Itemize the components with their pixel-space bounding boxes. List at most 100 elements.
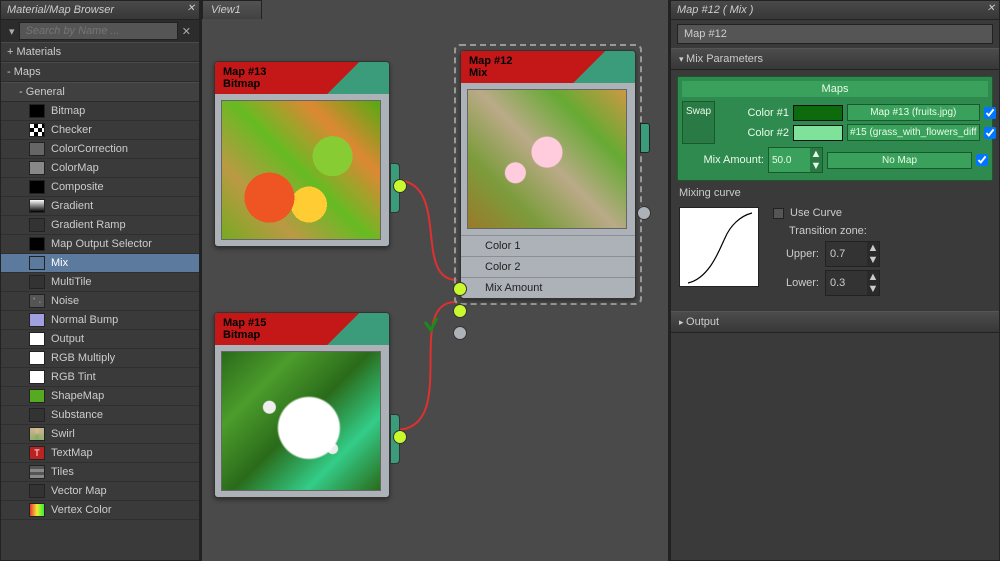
map-type-label: Normal Bump — [51, 314, 118, 326]
pin-color1[interactable] — [453, 282, 467, 296]
map-type-gradient[interactable]: Gradient — [1, 197, 199, 216]
map-type-shapemap[interactable]: ShapeMap — [1, 387, 199, 406]
map-type-normal-bump[interactable]: Normal Bump — [1, 311, 199, 330]
color1-swatch[interactable] — [793, 105, 843, 121]
map-type-tiles[interactable]: Tiles — [1, 463, 199, 482]
spin-up-icon[interactable]: ▲ — [867, 271, 879, 283]
swatch-icon — [29, 275, 45, 289]
slot-color1[interactable]: Color 1 — [461, 235, 635, 256]
map-type-label: Map Output Selector — [51, 238, 152, 250]
search-input[interactable] — [19, 22, 178, 40]
spin-down-icon[interactable]: ▼ — [867, 283, 879, 295]
map-type-label: Tiles — [51, 466, 74, 478]
spin-up-icon[interactable]: ▲ — [867, 242, 879, 254]
close-icon[interactable]: ✕ — [187, 3, 195, 14]
swatch-icon: T — [29, 446, 45, 460]
map-type-vector-map[interactable]: Vector Map — [1, 482, 199, 501]
node-map15[interactable]: Map #15Bitmap — [212, 310, 392, 500]
swatch-icon — [29, 313, 45, 327]
mixamount-spinner[interactable]: ▲▼ — [768, 147, 823, 173]
pin-mixamount[interactable] — [453, 326, 467, 340]
node15-output-pin[interactable] — [393, 430, 407, 444]
color2-label: Color #2 — [719, 127, 789, 139]
map-type-textmap[interactable]: TTextMap — [1, 444, 199, 463]
map-type-substance[interactable]: Substance — [1, 406, 199, 425]
swatch-icon — [29, 199, 45, 213]
color1-map-button[interactable]: Map #13 (fruits.jpg) — [847, 104, 980, 121]
lower-input[interactable] — [826, 271, 867, 295]
map-type-gradient-ramp[interactable]: Gradient Ramp — [1, 216, 199, 235]
node-viewport[interactable]: View1 Map #13Bitmap Map #15Bitmap — [200, 0, 670, 561]
node-map13[interactable]: Map #13Bitmap — [212, 59, 392, 249]
chevron-down-icon[interactable]: ▾ — [5, 25, 19, 38]
lower-spinner[interactable]: ▲▼ — [825, 270, 880, 296]
map-type-label: ShapeMap — [51, 390, 104, 402]
upper-label: Upper: — [773, 248, 819, 260]
browser-title-bar[interactable]: Material/Map Browser ✕ — [1, 1, 199, 20]
node12-handle[interactable] — [640, 123, 650, 153]
map-type-noise[interactable]: Noise — [1, 292, 199, 311]
mixing-curve-graph[interactable] — [679, 207, 759, 287]
view-tab[interactable]: View1 — [202, 0, 262, 19]
rollout-mix-parameters[interactable]: Mix Parameters — [671, 48, 999, 70]
pin-color2[interactable] — [453, 304, 467, 318]
node13-thumbnail — [221, 100, 381, 240]
rollout-output[interactable]: Output — [671, 311, 999, 333]
color2-enable-checkbox[interactable] — [984, 127, 996, 139]
node12-thumbnail — [467, 89, 627, 229]
map-type-bitmap[interactable]: Bitmap — [1, 102, 199, 121]
spin-down-icon[interactable]: ▼ — [867, 254, 879, 266]
slot-color2[interactable]: Color 2 — [461, 256, 635, 277]
map-type-label: MultiTile — [51, 276, 92, 288]
node13-title2: Bitmap — [223, 78, 381, 90]
map-type-composite[interactable]: Composite — [1, 178, 199, 197]
maps-section[interactable]: - Maps — [1, 62, 199, 82]
parameter-editor: Map #12 ( Mix ) ✕ Mix Parameters Maps Sw… — [670, 0, 1000, 561]
map-type-rgb-tint[interactable]: RGB Tint — [1, 368, 199, 387]
map-type-mix[interactable]: Mix — [1, 254, 199, 273]
map-type-map-output-selector[interactable]: Map Output Selector — [1, 235, 199, 254]
map-type-checker[interactable]: Checker — [1, 121, 199, 140]
map-type-multitile[interactable]: MultiTile — [1, 273, 199, 292]
swatch-icon — [29, 484, 45, 498]
swatch-icon — [29, 218, 45, 232]
slot-mixamount[interactable]: Mix Amount — [461, 277, 635, 298]
color2-map-button[interactable]: #15 (grass_with_flowers_diff — [847, 124, 980, 141]
close-icon[interactable]: ✕ — [987, 3, 995, 14]
mix-parameters-block: Maps Swap Color #1 Map #13 (fruits.jpg) … — [677, 76, 993, 181]
node-map12[interactable]: Map #12Mix Color 1 Color 2 Mix Amount — [454, 44, 642, 305]
map-type-label: Vertex Color — [51, 504, 112, 516]
map-type-vertex-color[interactable]: Vertex Color — [1, 501, 199, 520]
materials-section[interactable]: + Materials — [1, 42, 199, 62]
maps-tree[interactable]: - General BitmapCheckerColorCorrection Co… — [1, 82, 199, 560]
map-type-swirl[interactable]: Swirl — [1, 425, 199, 444]
category-general[interactable]: - General — [1, 82, 199, 102]
upper-spinner[interactable]: ▲▼ — [825, 241, 880, 267]
use-curve-label: Use Curve — [790, 207, 842, 219]
node12-title1: Map #12 — [469, 55, 627, 67]
node13-output-pin[interactable] — [393, 179, 407, 193]
map-type-label: ColorMap — [51, 162, 99, 174]
color2-swatch[interactable] — [793, 125, 843, 141]
swatch-icon — [29, 332, 45, 346]
swap-button[interactable]: Swap — [682, 101, 715, 144]
upper-input[interactable] — [826, 242, 867, 266]
mixamount-enable-checkbox[interactable] — [976, 154, 988, 166]
map-type-output[interactable]: Output — [1, 330, 199, 349]
node12-output-pin[interactable] — [637, 206, 651, 220]
color1-enable-checkbox[interactable] — [984, 107, 996, 119]
mixamount-input[interactable] — [769, 148, 810, 172]
lower-label: Lower: — [773, 277, 819, 289]
spin-up-icon[interactable]: ▲ — [810, 148, 822, 160]
map-name-input[interactable] — [677, 24, 993, 44]
maps-column-header: Maps — [682, 81, 988, 97]
mixamount-map-button[interactable]: No Map — [827, 152, 972, 169]
use-curve-checkbox[interactable] — [773, 208, 784, 219]
map-type-colormap[interactable]: ColorMap — [1, 159, 199, 178]
node15-title1: Map #15 — [223, 317, 381, 329]
clear-icon[interactable]: ✕ — [178, 25, 195, 38]
map-type-colorcorrection[interactable]: ColorCorrection — [1, 140, 199, 159]
spin-down-icon[interactable]: ▼ — [810, 160, 822, 172]
props-title-bar[interactable]: Map #12 ( Mix ) ✕ — [671, 1, 999, 20]
map-type-rgb-multiply[interactable]: RGB Multiply — [1, 349, 199, 368]
